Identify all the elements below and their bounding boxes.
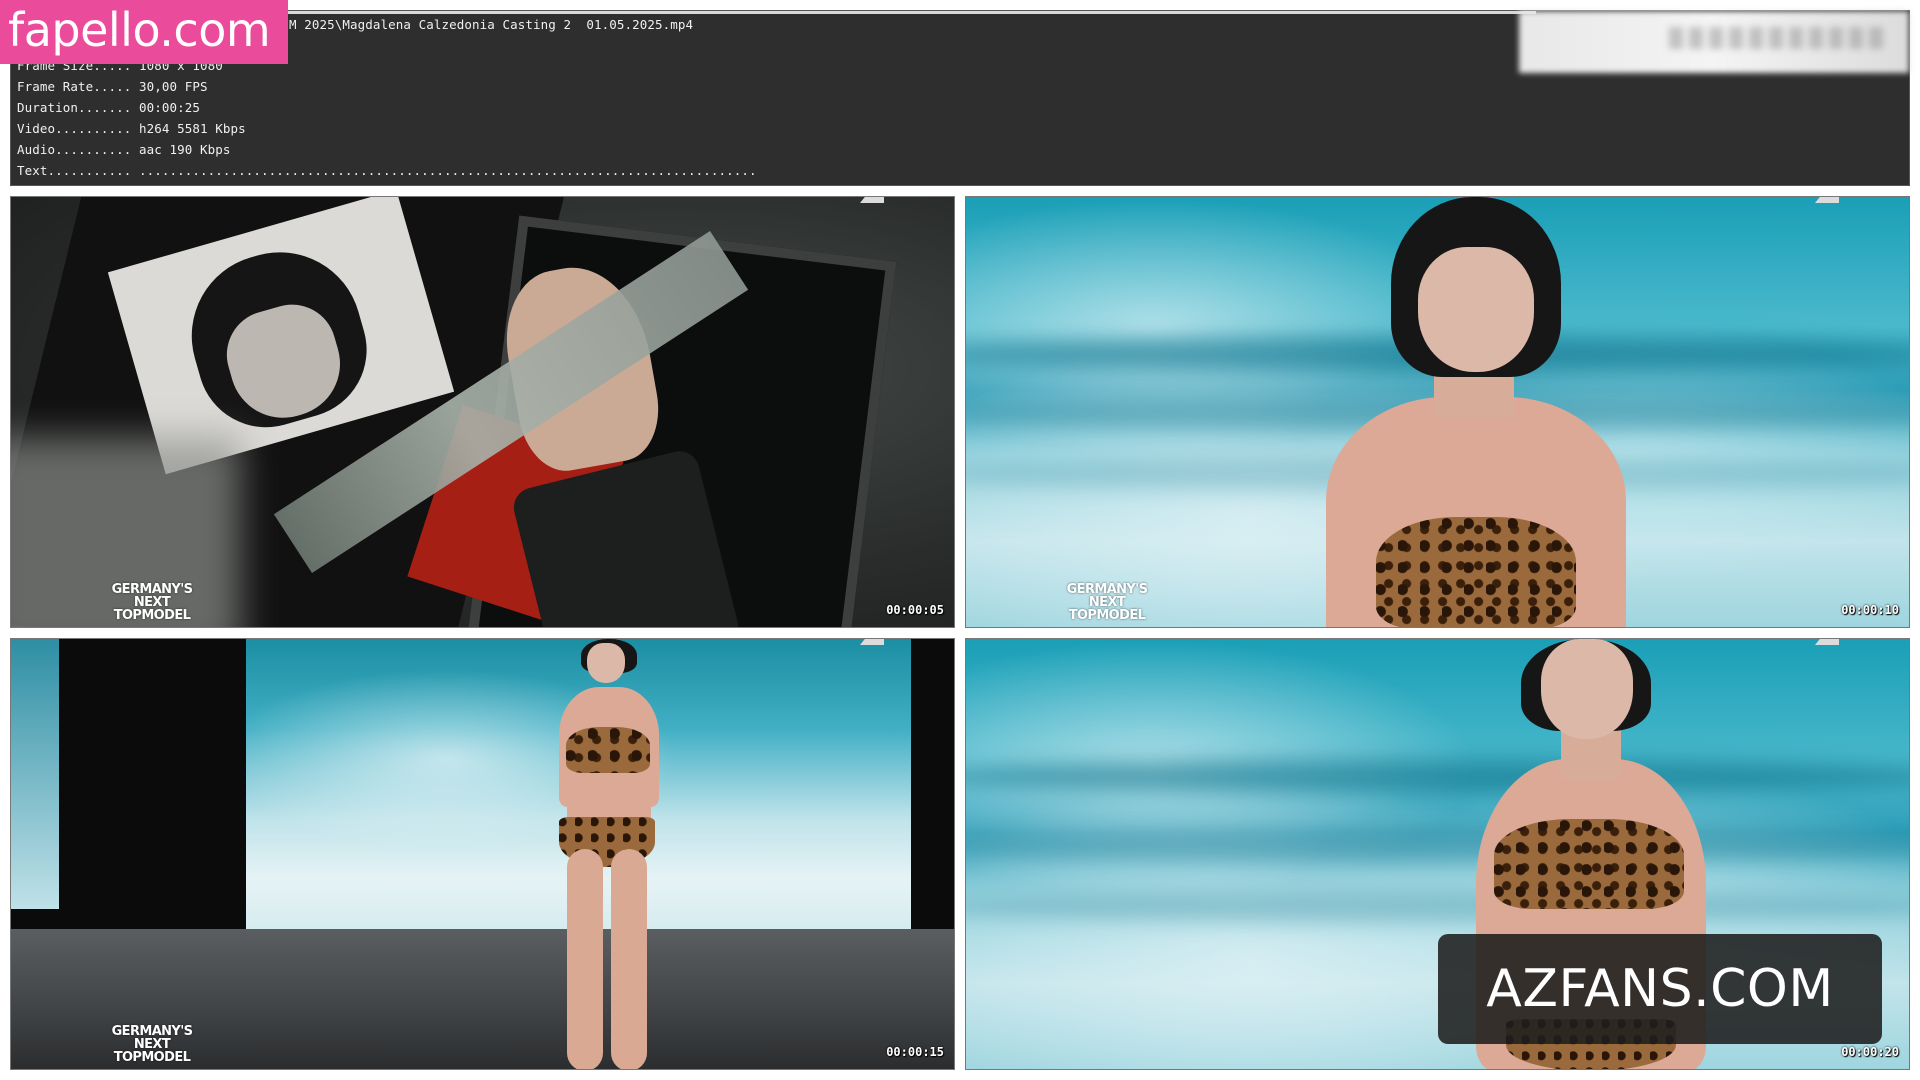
info-audio: Audio.......... aac 190 Kbps [17,142,231,157]
scene-photo-album [11,197,954,627]
info-duration: Duration....... 00:00:25 [17,100,201,115]
thumbnail-1[interactable]: GERMANY'S NEXT TOPMODEL 00:00:05 [10,196,955,628]
thumbnail-timestamp: 00:00:05 [886,603,944,617]
gntm-logo: GERMANY'S NEXT TOPMODEL [1066,582,1148,623]
gntm-logo: GERMANY'S NEXT TOPMODEL [111,582,193,623]
media-info-panel: M 2025\Magdalena Calzedonia Casting 2 01… [10,10,1910,186]
azfans-watermark: AZFANS.COM [1438,934,1882,1044]
info-video: Video.......... h264 5581 Kbps [17,121,246,136]
fapello-watermark: fapello.com [0,0,288,64]
info-text: Text........... ........................… [17,163,757,178]
model-figure [966,197,1909,627]
thumbnail-2[interactable]: GERMANY'S NEXT TOPMODEL 00:00:10 [965,196,1910,628]
thumbnail-3[interactable]: GERMANY'S NEXT TOPMODEL 00:00:15 [10,638,955,1070]
thumbnail-timestamp: 00:00:15 [886,1045,944,1059]
thumbnail-timestamp: 00:00:10 [1841,603,1899,617]
gntm-logo: GERMANY'S NEXT TOPMODEL [111,1024,193,1065]
info-frame-rate: Frame Rate..... 30,00 FPS [17,79,208,94]
blurred-region [1519,11,1909,73]
model-figure [11,639,954,1069]
thumbnail-timestamp: 00:00:20 [1841,1045,1899,1059]
info-file-path: M 2025\Magdalena Calzedonia Casting 2 01… [289,17,694,32]
